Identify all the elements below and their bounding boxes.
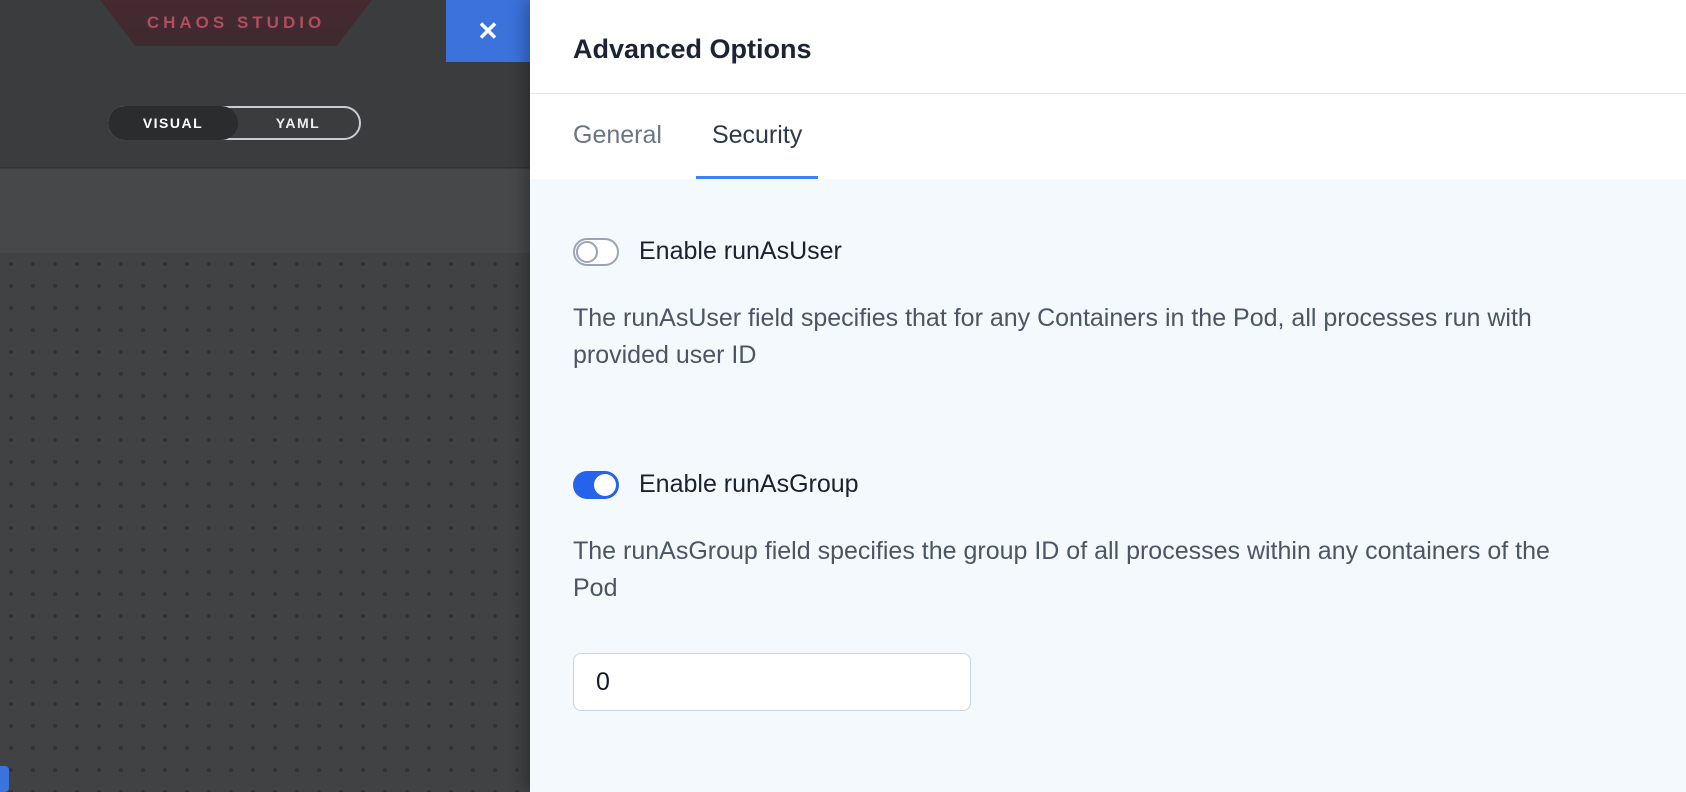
tab-general-label: General (573, 121, 662, 149)
run-as-user-toggle[interactable] (573, 238, 619, 266)
drawer-title: Advanced Options (530, 34, 1686, 65)
toggle-knob (594, 474, 616, 496)
run-as-user-row: Enable runAsUser (573, 237, 1643, 266)
run-as-group-section: Enable runAsGroup The runAsGroup field s… (573, 470, 1643, 711)
drawer-tabs: General Security (530, 120, 1686, 179)
visual-yaml-toggle[interactable]: VISUAL YAML (108, 106, 361, 140)
header-divider (530, 93, 1686, 94)
screen: CHAOS STUDIO VISUAL YAML ✕ Advanced Opti… (0, 0, 1686, 792)
security-tab-content: Enable runAsUser The runAsUser field spe… (530, 179, 1686, 792)
tab-general[interactable]: General (557, 120, 678, 179)
visual-view-label: VISUAL (143, 115, 203, 131)
run-as-user-label: Enable runAsUser (639, 237, 842, 266)
toggle-knob (576, 241, 598, 263)
run-as-group-value-input[interactable] (573, 653, 971, 711)
chaos-studio-canvas: CHAOS STUDIO VISUAL YAML (0, 0, 530, 792)
close-icon: ✕ (477, 16, 499, 47)
run-as-group-row: Enable runAsGroup (573, 470, 1643, 499)
run-as-group-toggle[interactable] (573, 471, 619, 499)
drawer-header: Advanced Options General Security (530, 0, 1686, 179)
run-as-user-description: The runAsUser field specifies that for a… (573, 300, 1583, 374)
run-as-group-description: The runAsGroup field specifies the group… (573, 533, 1583, 607)
canvas-bottom-action-peek (0, 766, 9, 792)
visual-view-option[interactable]: VISUAL (108, 106, 238, 140)
tab-security[interactable]: Security (696, 120, 818, 179)
chaos-studio-brand-badge: CHAOS STUDIO (100, 0, 372, 46)
yaml-view-option[interactable]: YAML (237, 108, 359, 138)
yaml-view-label: YAML (276, 115, 320, 131)
advanced-options-drawer: Advanced Options General Security Enable… (530, 0, 1686, 792)
drawer-close-button[interactable]: ✕ (446, 0, 530, 62)
chaos-studio-brand-label: CHAOS STUDIO (147, 13, 325, 33)
canvas-toolbar-band (0, 169, 530, 253)
run-as-group-label: Enable runAsGroup (639, 470, 859, 499)
tab-security-label: Security (712, 121, 802, 149)
experiment-canvas-grid[interactable] (0, 253, 530, 792)
